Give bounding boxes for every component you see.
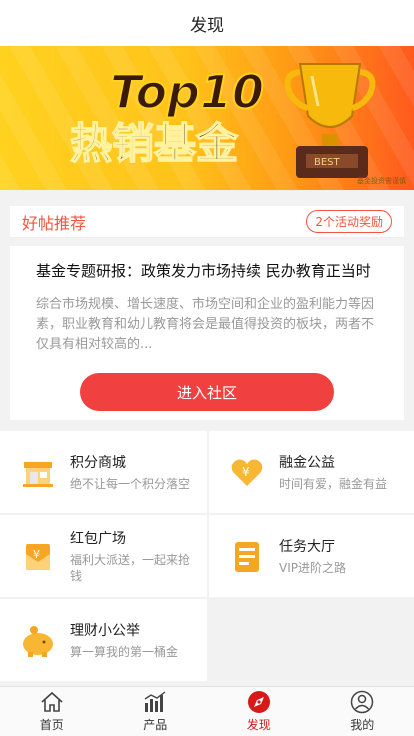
tab-discover[interactable]: 发现 [207,687,311,736]
section-title: 好帖推荐 [22,213,87,233]
task-board-icon [227,536,267,576]
feature-title: 任务大厅 [279,539,335,555]
trophy-icon: BEST [284,63,376,178]
feature-title: 红包广场 [70,531,126,547]
svg-text:¥: ¥ [242,465,250,479]
recommended-post-card: 好帖推荐 2个活动奖励 基金专题研报：政策发力市场持续 民办教育正当时 综合市场… [0,206,414,420]
feature-subtitle: VIP进阶之路 [279,561,346,575]
tab-home[interactable]: 首页 [0,687,104,736]
chart-icon [143,690,167,714]
tab-label: 我的 [350,718,375,732]
user-icon [350,690,374,714]
red-envelope-icon: ¥ [18,536,58,576]
home-icon [40,690,64,714]
feature-subtitle: 时间有爱，融金有益 [279,477,388,491]
piggy-bank-icon [18,620,58,660]
feature-charity[interactable]: ¥ 融金公益 时间有爱，融金有益 [209,431,414,513]
post-content[interactable]: 基金专题研报：政策发力市场持续 民办教育正当时 综合市场规模、增长速度、市场空间… [10,246,404,355]
activity-reward-badge[interactable]: 2个活动奖励 [306,210,392,233]
banner-artwork: Top10 热销基金 BEST [69,63,376,178]
heart-coin-icon: ¥ [227,452,267,492]
feature-title: 融金公益 [279,455,335,471]
post-description: 综合市场规模、增长速度、市场空间和企业的盈利能力等因素，职业教育和幼儿教育将会是… [36,297,375,352]
store-icon [18,452,58,492]
svg-text:¥: ¥ [33,548,40,561]
divider [0,238,414,246]
feature-title: 理财小公举 [70,623,140,639]
post-section-header: 好帖推荐 2个活动奖励 [10,206,404,238]
enter-community-button[interactable]: 进入社区 [80,373,334,411]
post-title[interactable]: 基金专题研报：政策发力市场持续 民办教育正当时 [36,260,388,281]
feature-subtitle: 福利大派送，一起来抢钱 [70,553,191,583]
tab-label: 首页 [39,718,64,732]
feature-subtitle: 算一算我的第一桶金 [70,645,179,659]
banner-logo-text: Top10 [110,65,264,119]
feature-red-envelope-plaza[interactable]: ¥ 红包广场 福利大派送，一起来抢钱 [0,515,207,597]
banner-headline: 热销基金 [70,119,239,168]
empty-cell [209,599,414,681]
feature-task-hall[interactable]: 任务大厅 VIP进阶之路 [209,515,414,597]
feature-finance-helper[interactable]: 理财小公举 算一算我的第一桶金 [0,599,207,681]
banner-credit: 基金投资需谨慎 [357,177,406,185]
tab-mine[interactable]: 我的 [311,687,414,736]
tab-products[interactable]: 产品 [104,687,208,736]
bottom-tab-bar: 首页 产品 发现 我的 [0,686,414,736]
page-title: 发现 [190,15,224,36]
discover-icon [247,690,271,714]
tab-label: 产品 [143,718,168,732]
promo-banner[interactable]: Top10 热销基金 BEST 基金投资需谨慎 [0,46,414,190]
feature-title: 积分商城 [70,455,126,471]
feature-points-mall[interactable]: 积分商城 绝不让每一个积分落空 [0,431,207,513]
top-header: 发现 [0,0,414,46]
trophy-label: BEST [314,157,341,168]
feature-subtitle: 绝不让每一个积分落空 [70,477,191,491]
feature-grid: 积分商城 绝不让每一个积分落空 ¥ 融金公益 时间有爱，融金有益 ¥ 红包广场 … [0,431,414,681]
tab-label: 发现 [246,718,271,732]
